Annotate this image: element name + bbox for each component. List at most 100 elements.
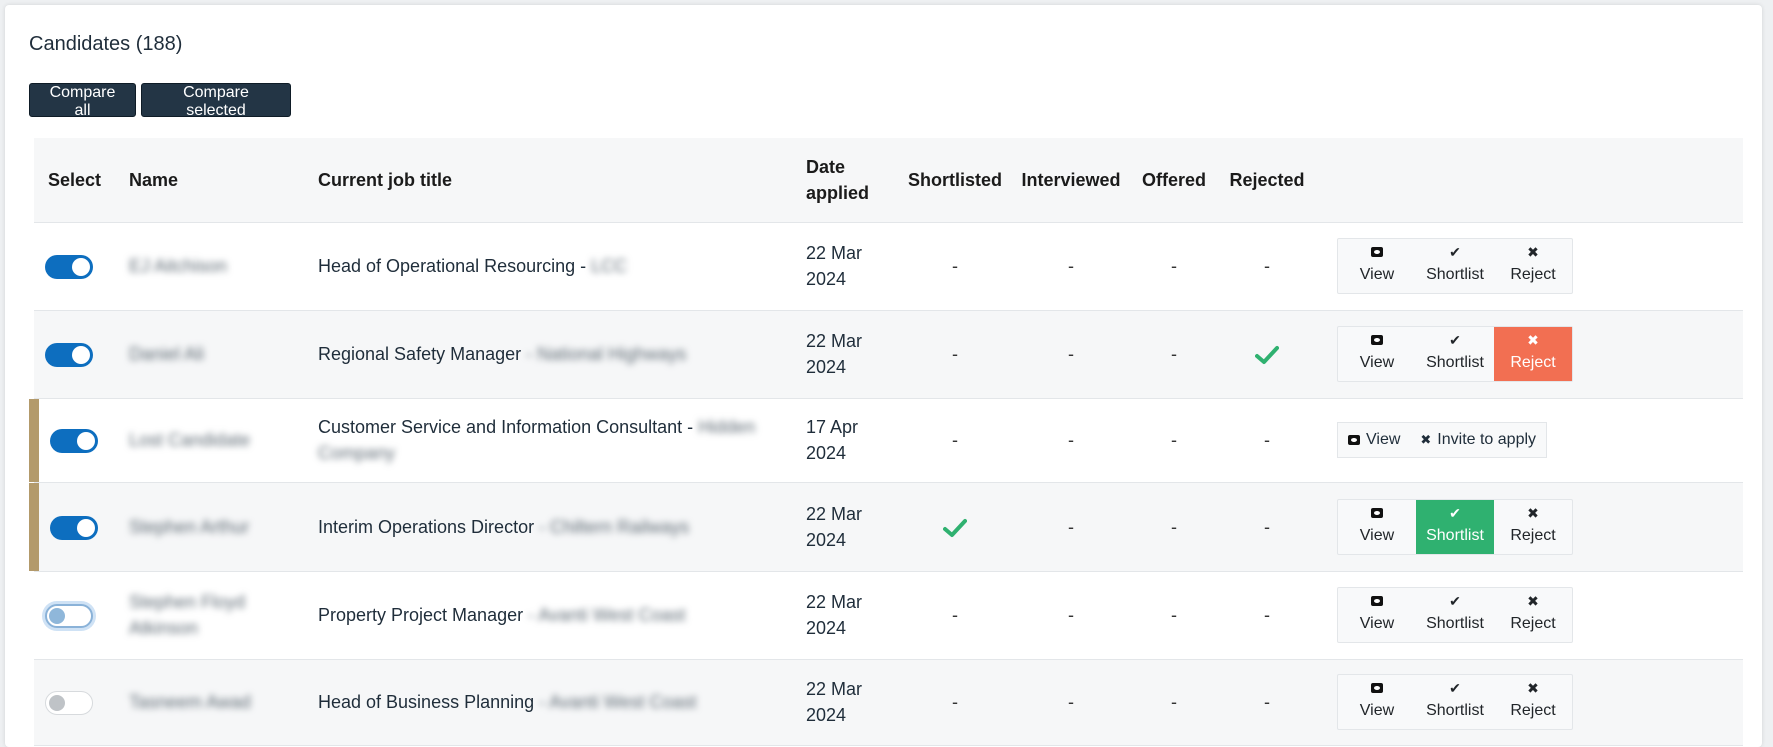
view-button[interactable]: View <box>1338 427 1410 453</box>
shortlisted-status: - <box>952 430 958 450</box>
rejected-check-icon <box>1255 346 1279 365</box>
row-actions: View ✔ Shortlist ✖ Reject <box>1337 238 1573 294</box>
shortlisted-status: - <box>952 692 958 712</box>
eye-icon <box>1348 435 1360 445</box>
close-icon: ✖ <box>1420 432 1432 447</box>
interviewed-status: - <box>1068 256 1074 276</box>
row-actions: View ✔ Shortlist ✖ Reject <box>1337 587 1573 643</box>
close-icon: ✖ <box>1527 244 1539 260</box>
row-actions: View ✔ Shortlist ✖ Reject <box>1337 326 1573 382</box>
col-job-title: Current job title <box>304 138 792 223</box>
view-button[interactable]: View <box>1338 588 1416 642</box>
row-actions: View ✖ Invite to apply <box>1337 422 1548 458</box>
company-name: - Chiltern Railways <box>539 516 690 537</box>
close-icon: ✖ <box>1527 593 1539 609</box>
reject-button[interactable]: ✖ Reject <box>1494 588 1572 642</box>
candidate-name[interactable]: Lost Candidate <box>129 430 250 450</box>
shortlisted-check-icon <box>943 518 967 537</box>
company-name: - Avanti West Coast <box>539 692 697 712</box>
candidate-name[interactable]: Daniel Ali <box>129 344 204 364</box>
shortlist-button[interactable]: ✔ Shortlist <box>1416 239 1494 293</box>
reject-button-active[interactable]: ✖ Reject <box>1494 327 1572 381</box>
interviewed-status: - <box>1068 516 1074 537</box>
candidate-name[interactable]: EJ Aitchison <box>129 256 227 276</box>
select-toggle[interactable] <box>50 429 98 454</box>
table-header: Select Name Current job title Date appli… <box>34 138 1743 223</box>
col-shortlisted: Shortlisted <box>899 138 1011 223</box>
shortlist-button[interactable]: ✔ Shortlist <box>1416 588 1494 642</box>
offered-status: - <box>1171 430 1177 450</box>
rejected-status: - <box>1264 605 1270 625</box>
job-title: Property Project Manager <box>318 605 524 625</box>
invite-to-apply-button[interactable]: ✖ Invite to apply <box>1410 427 1546 453</box>
offered-status: - <box>1171 516 1177 537</box>
candidate-name[interactable]: Stephen Arthur <box>129 517 249 537</box>
candidate-name[interactable]: Stephen Floyd Atkinson <box>129 592 245 638</box>
rejected-status: - <box>1264 256 1270 276</box>
interviewed-status: - <box>1068 430 1074 450</box>
check-icon: ✔ <box>1449 244 1461 260</box>
col-name: Name <box>115 138 304 223</box>
check-icon: ✔ <box>1449 680 1461 696</box>
date-applied: 17 Apr 2024 <box>806 417 859 463</box>
interviewed-status: - <box>1068 605 1074 625</box>
select-toggle[interactable] <box>45 604 93 629</box>
eye-icon <box>1371 507 1383 518</box>
job-title: Head of Operational Resourcing - <box>318 256 587 276</box>
close-icon: ✖ <box>1527 504 1539 521</box>
view-button[interactable]: View <box>1338 675 1416 729</box>
select-toggle[interactable] <box>45 343 93 368</box>
close-icon: ✖ <box>1527 680 1539 696</box>
select-toggle[interactable] <box>50 515 98 540</box>
col-actions <box>1317 138 1743 223</box>
compare-selected-button[interactable]: Compare selected <box>141 83 291 119</box>
reject-button[interactable]: ✖ Reject <box>1494 675 1572 729</box>
shortlist-button[interactable]: ✔ Shortlist <box>1416 675 1494 729</box>
company-name: - National Highways <box>526 344 687 364</box>
eye-icon <box>1371 335 1383 345</box>
shortlisted-status: - <box>952 605 958 625</box>
candidate-name[interactable]: Tasneem Awad <box>129 692 251 712</box>
view-button[interactable]: View <box>1338 239 1416 293</box>
date-applied: 22 Mar 2024 <box>806 592 863 638</box>
check-icon: ✔ <box>1449 332 1461 348</box>
select-toggle[interactable] <box>45 255 93 280</box>
view-button[interactable]: View <box>1338 327 1416 381</box>
view-button[interactable]: View <box>1338 500 1416 554</box>
rejected-status: - <box>1264 692 1270 712</box>
table-row: Lost Candidate Customer Service and Info… <box>29 398 1743 482</box>
shortlist-button[interactable]: ✔ Shortlist <box>1416 327 1494 381</box>
job-title: Customer Service and Information Consult… <box>318 417 694 437</box>
candidates-panel: Candidates (188) Compare all Compare sel… <box>5 5 1762 747</box>
page-title: Candidates (188) <box>29 33 183 55</box>
interviewed-status: - <box>1068 344 1074 364</box>
date-applied: 22 Mar 2024 <box>806 503 863 550</box>
shortlisted-status: - <box>952 344 958 364</box>
eye-icon <box>1371 683 1383 693</box>
offered-status: - <box>1171 344 1177 364</box>
col-offered: Offered <box>1131 138 1217 223</box>
offered-status: - <box>1171 256 1177 276</box>
select-toggle[interactable] <box>45 691 93 716</box>
compare-all-button[interactable]: Compare all <box>29 83 136 119</box>
job-title: Interim Operations Director <box>318 516 535 537</box>
candidates-table: Select Name Current job title Date appli… <box>29 138 1743 746</box>
shortlist-button-active[interactable]: ✔ Shortlist <box>1416 499 1494 554</box>
col-date-applied: Date applied <box>792 138 899 223</box>
eye-icon <box>1371 247 1383 257</box>
offered-status: - <box>1171 605 1177 625</box>
table-row: Stephen Floyd Atkinson Property Project … <box>34 571 1743 659</box>
col-rejected: Rejected <box>1217 138 1317 223</box>
reject-button[interactable]: ✖ Reject <box>1494 239 1572 293</box>
close-icon: ✖ <box>1527 332 1539 348</box>
reject-button[interactable]: ✖ Reject <box>1494 500 1572 554</box>
row-actions: View ✔ Shortlist ✖ Reject <box>1337 498 1573 555</box>
check-icon: ✔ <box>1449 593 1461 609</box>
row-actions: View ✔ Shortlist ✖ Reject <box>1337 674 1573 730</box>
date-applied: 22 Mar 2024 <box>806 243 863 289</box>
date-applied: 22 Mar 2024 <box>806 679 863 725</box>
col-select: Select <box>34 138 115 223</box>
table-row: Tasneem Awad Head of Business Planning -… <box>34 659 1743 745</box>
rejected-status: - <box>1264 516 1270 537</box>
check-icon: ✔ <box>1449 504 1461 521</box>
